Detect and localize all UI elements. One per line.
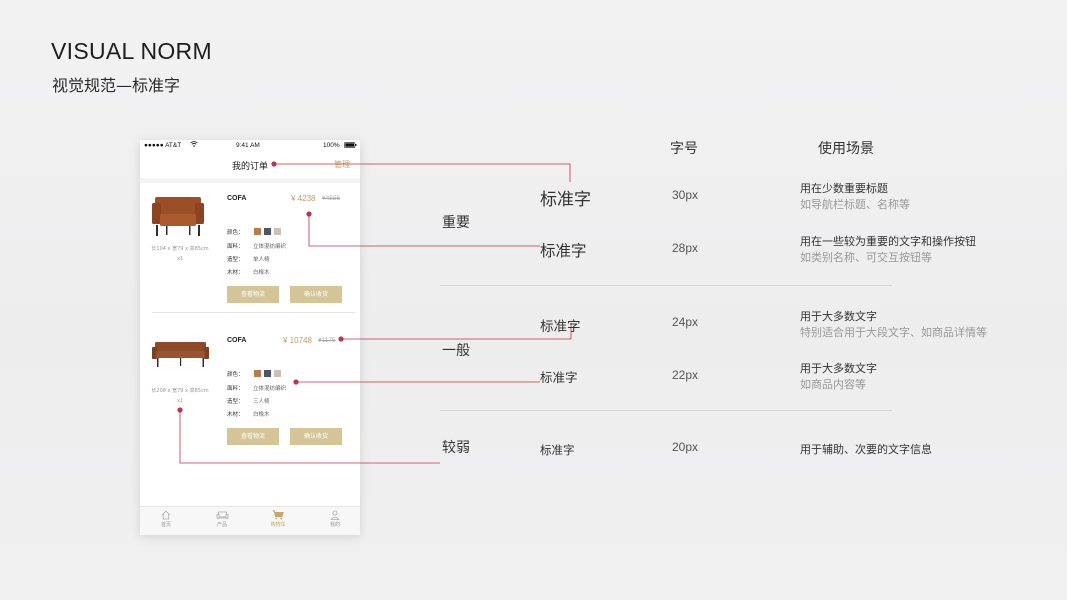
tab-label: 购物车: [270, 522, 286, 528]
attr-label-fabric: 面料：: [227, 386, 244, 392]
cart-icon: [272, 510, 284, 520]
attr-value-wood: 白橡木: [253, 270, 270, 276]
status-bar: ●●●●● AT&T 9:41 AM 100%: [140, 140, 360, 152]
product-dimensions: 长104 x 宽79 x 高85cm: [151, 246, 209, 252]
product-price: ¥ 4238: [291, 194, 316, 203]
sample-28px: 标准字: [540, 242, 587, 260]
original-price: ¥1175: [318, 337, 336, 344]
swatch-beige[interactable]: [274, 228, 281, 235]
swatch-navy[interactable]: [264, 370, 271, 377]
tab-bar: 首页 产品 购物车 我的: [140, 506, 360, 535]
usage-main: 用于大多数文字: [800, 362, 877, 375]
attr-label-shape: 造型：: [227, 399, 244, 405]
row-divider: [440, 285, 892, 286]
attr-value-fabric: 立体混纺编织: [253, 244, 287, 250]
attr-label-color: 颜色：: [227, 230, 244, 236]
product-brand: COFA: [227, 195, 247, 202]
usage-main: 用于辅助、次要的文字信息: [800, 443, 932, 456]
product-brand: COFA: [227, 337, 247, 344]
tab-label: 产品: [216, 522, 227, 528]
armchair-image: [152, 193, 204, 243]
attr-value-wood: 白橡木: [253, 412, 270, 418]
phone-mockup: ●●●●● AT&T 9:41 AM 100% 我的订单 管理 长104 x 宽…: [140, 140, 360, 535]
battery-label: 100%: [323, 142, 340, 149]
product-quantity: x1: [177, 398, 183, 404]
usage-example: 特别适合用于大段文字、如商品详情等: [800, 326, 987, 339]
swatch-beige[interactable]: [274, 370, 281, 377]
confirm-receipt-button[interactable]: 确认收货: [290, 428, 342, 445]
order-divider: [152, 312, 355, 313]
product-price: ¥ 10748: [283, 336, 312, 345]
usage-example: 如类别名称、可交互按钮等: [800, 251, 932, 264]
size-28px: 28px: [672, 241, 699, 255]
order-card: 长104 x 宽79 x 高85cm x1 COFA ¥ 4238 ¥4556 …: [140, 183, 360, 313]
connector-price: [341, 323, 572, 340]
tab-label: 首页: [160, 522, 171, 528]
original-price: ¥4556: [322, 195, 341, 202]
user-icon: [330, 510, 340, 520]
usage-example: 如商品内容等: [800, 378, 866, 391]
view-logistics-button[interactable]: 查看物流: [227, 428, 279, 445]
usage-main: 用在一些较为重要的文字和操作按钮: [800, 235, 976, 248]
nav-title: 我的订单: [231, 162, 268, 172]
home-icon: [161, 510, 171, 520]
view-logistics-button[interactable]: 查看物流: [227, 286, 279, 303]
confirm-receipt-button[interactable]: 确认收货: [290, 286, 342, 303]
sofa-icon: [216, 511, 228, 520]
product-quantity: x1: [177, 256, 183, 262]
sofa-image: [152, 341, 209, 374]
usage-main: 用于大多数文字: [800, 310, 877, 323]
size-24px: 24px: [672, 315, 699, 329]
attr-value-shape: 三人椅: [253, 399, 270, 405]
order-card: 长208 x 宽79 x 高85cm x1 COFA ¥ 10748 ¥1175…: [140, 325, 360, 455]
tab-me[interactable]: 我的: [315, 510, 355, 528]
tab-cart[interactable]: 购物车: [258, 510, 298, 528]
category-important: 重要: [442, 215, 470, 231]
usage-main: 用在少数重要标题: [800, 182, 888, 195]
tab-home[interactable]: 首页: [146, 510, 186, 528]
attr-label-fabric: 面料：: [227, 244, 244, 250]
attr-label-shape: 造型：: [227, 257, 244, 263]
header-font-size: 字号: [670, 141, 698, 157]
sample-24px: 标准字: [540, 319, 581, 335]
swatch-navy[interactable]: [264, 228, 271, 235]
row-divider: [440, 410, 892, 411]
manage-button[interactable]: 管理: [334, 159, 350, 170]
attr-label-wood: 木材：: [227, 270, 244, 276]
page-subtitle: 视觉规范—标准字: [52, 76, 181, 95]
attr-label-color: 颜色：: [227, 372, 244, 378]
category-weak: 较弱: [442, 440, 470, 456]
wifi-icon: [190, 141, 198, 149]
sample-20px: 标准字: [540, 443, 575, 457]
size-22px: 22px: [672, 368, 699, 382]
nav-bar: 我的订单 管理: [140, 152, 360, 178]
swatch-brown[interactable]: [254, 370, 261, 382]
attr-value-shape: 单人椅: [253, 257, 270, 263]
sample-30px: 标准字: [540, 190, 591, 210]
category-general: 一般: [442, 343, 470, 359]
size-30px: 30px: [672, 188, 699, 202]
attr-label-wood: 木材：: [227, 412, 244, 418]
tab-products[interactable]: 产品: [202, 510, 242, 528]
status-time: 9:41 AM: [236, 142, 260, 149]
battery-icon: [344, 142, 357, 150]
tab-label: 我的: [329, 522, 340, 528]
usage-example: 如导航栏标题、名称等: [800, 198, 910, 211]
attr-value-fabric: 立体混纺编织: [253, 386, 287, 392]
header-usage: 使用场景: [818, 141, 874, 157]
page-title: VISUAL NORM: [51, 38, 212, 64]
size-20px: 20px: [672, 440, 699, 454]
swatch-brown[interactable]: [254, 228, 261, 240]
sample-22px: 标准字: [540, 370, 578, 385]
carrier-label: ●●●●● AT&T: [144, 142, 182, 149]
product-dimensions: 长208 x 宽79 x 高85cm: [151, 388, 209, 394]
